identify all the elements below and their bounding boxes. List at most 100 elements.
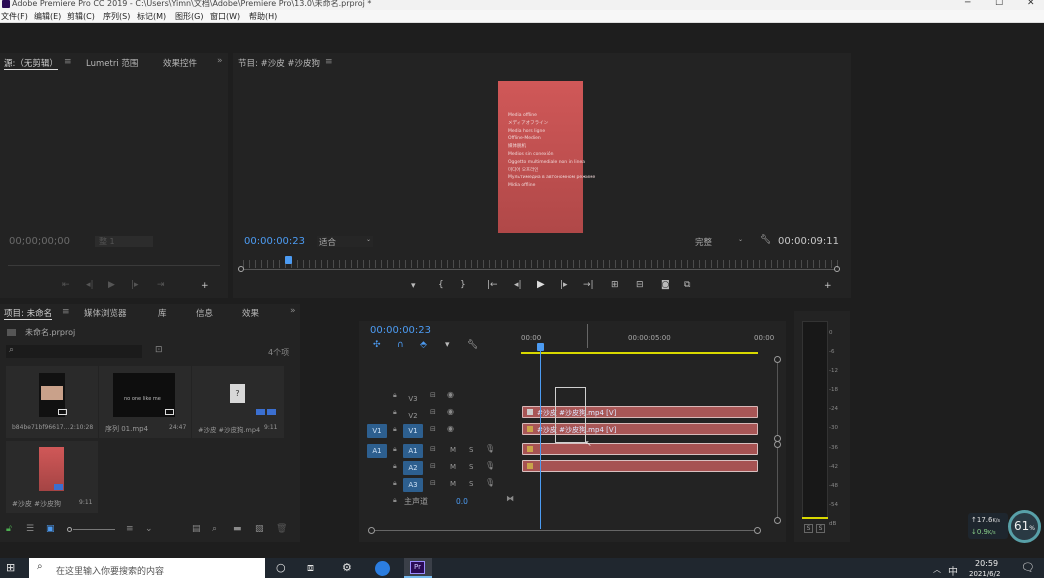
meter-solo-left[interactable]: S: [804, 524, 813, 533]
menu-sequence[interactable]: 序列(S): [103, 11, 130, 22]
timeline-zoom-handle-right[interactable]: [754, 527, 761, 534]
find-icon[interactable]: ⌕: [212, 525, 217, 534]
settings-gear-icon[interactable]: ⚙: [342, 561, 352, 574]
program-time-ruler[interactable]: [243, 260, 839, 268]
source-next-frame-icon[interactable]: |▸: [131, 281, 139, 290]
project-item[interactable]: b84be71bf96617... 2:10:28: [6, 366, 98, 438]
lock-track-icon[interactable]: 🔒︎: [393, 497, 397, 504]
track-label-v2[interactable]: V2: [403, 409, 423, 423]
cortana-icon[interactable]: ○: [276, 561, 286, 574]
audio-scroll-handle-top[interactable]: [774, 441, 781, 448]
program-menu-icon[interactable]: ≡: [325, 58, 333, 67]
tab-effects[interactable]: 效果: [242, 307, 259, 319]
lock-track-icon[interactable]: 🔒︎: [393, 392, 397, 399]
work-area-bar[interactable]: [521, 352, 758, 354]
sequence-in-icon[interactable]: ⬘: [420, 341, 427, 350]
zoom-slider[interactable]: [73, 529, 115, 530]
timeline-zoom-handle-left[interactable]: [368, 527, 375, 534]
audio-clip-a1[interactable]: [522, 443, 758, 455]
zoom-bar[interactable]: [244, 269, 834, 270]
add-marker-icon[interactable]: ▾: [411, 282, 416, 291]
menu-file[interactable]: 文件(F): [1, 11, 28, 22]
tab-source[interactable]: 源:（无剪辑）: [4, 57, 58, 70]
tab-project[interactable]: 项目: 未命名: [4, 307, 53, 320]
track-label-a3[interactable]: A3: [403, 478, 423, 492]
audio-vertical-scrollbar[interactable]: [777, 448, 778, 518]
project-menu-icon[interactable]: ≡: [62, 308, 70, 317]
menu-window[interactable]: 窗口(W): [210, 11, 240, 22]
menu-markers[interactable]: 标记(M): [137, 11, 166, 22]
source-step-forward-icon[interactable]: ⇥: [157, 281, 165, 290]
program-add-button-icon[interactable]: +: [824, 282, 832, 291]
project-item[interactable]: ? #沙皮 #沙皮狗.mp4 9:11: [192, 366, 284, 438]
mute-button[interactable]: M: [450, 463, 456, 471]
mark-out-icon[interactable]: }: [460, 281, 466, 290]
tab-libraries[interactable]: 库: [158, 307, 167, 319]
task-view-icon[interactable]: ⧈: [307, 561, 314, 575]
close-button[interactable]: ✕: [1027, 0, 1035, 8]
mic-icon[interactable]: 🎙︎: [485, 479, 495, 487]
go-to-in-icon[interactable]: |←: [487, 281, 498, 290]
zoom-handle-right[interactable]: [834, 266, 840, 272]
go-to-out-icon[interactable]: →|: [583, 281, 594, 290]
tab-media-browser[interactable]: 媒体浏览器: [84, 307, 127, 319]
action-center-icon[interactable]: 🗨︎: [1021, 561, 1035, 574]
source-step-back-icon[interactable]: ⇤: [62, 281, 70, 290]
lock-track-icon[interactable]: 🔒︎: [393, 480, 397, 487]
project-item[interactable]: #沙皮 #沙皮狗 9:11: [6, 441, 98, 513]
eye-icon[interactable]: ◉: [447, 408, 454, 416]
sort-icon[interactable]: ≡: [126, 525, 134, 534]
video-scroll-handle-top[interactable]: [774, 356, 781, 363]
timeline-playhead-handle[interactable]: [537, 343, 544, 351]
lock-track-icon[interactable]: 🔒︎: [393, 463, 397, 470]
audio-clip-a2[interactable]: [522, 460, 758, 472]
program-playhead[interactable]: [285, 256, 292, 264]
snap-icon[interactable]: ✣: [373, 341, 381, 350]
lock-track-icon[interactable]: 🔒︎: [393, 409, 397, 416]
overflow-icon[interactable]: »: [290, 307, 296, 316]
minimize-button[interactable]: ─: [965, 0, 970, 8]
sync-lock-icon[interactable]: ⊟: [430, 446, 436, 453]
new-item-icon[interactable]: ▧: [255, 525, 264, 534]
timeline-horizontal-scrollbar[interactable]: [375, 530, 755, 531]
chevron-down-icon[interactable]: ⌄: [145, 525, 153, 534]
step-back-icon[interactable]: ◂|: [514, 281, 522, 290]
lock-icon[interactable]: 🔓︎: [6, 525, 12, 534]
clock-date[interactable]: 2021/6/2: [969, 570, 1000, 578]
sync-lock-icon[interactable]: ⊟: [430, 409, 436, 416]
source-prev-frame-icon[interactable]: ◂|: [86, 281, 94, 290]
menu-help[interactable]: 帮助(H): [249, 11, 277, 22]
audio-scroll-handle-bottom[interactable]: [774, 517, 781, 524]
export-frame-camera-icon[interactable]: ◙: [661, 281, 670, 290]
comparison-view-icon[interactable]: ⧉: [684, 281, 690, 290]
program-quality-dropdown[interactable]: 完整 ⌄: [695, 236, 751, 248]
solo-button[interactable]: S: [469, 480, 473, 488]
wrench-icon[interactable]: 🔧︎: [760, 236, 771, 245]
video-vertical-scrollbar[interactable]: [777, 363, 778, 436]
sync-lock-icon[interactable]: ⊟: [430, 392, 436, 399]
mic-icon[interactable]: 🎙︎: [485, 445, 495, 453]
mic-icon[interactable]: 🎙︎: [485, 462, 495, 470]
new-search-bin-icon[interactable]: ⊡: [155, 346, 163, 355]
mute-button[interactable]: M: [450, 480, 456, 488]
track-label-a1[interactable]: A1: [403, 444, 423, 458]
tab-effect-controls[interactable]: 效果控件: [163, 57, 197, 69]
source-add-button-icon[interactable]: +: [201, 282, 209, 291]
linked-selection-icon[interactable]: ∩: [397, 341, 404, 350]
tab-info[interactable]: 信息: [196, 307, 213, 319]
program-fit-dropdown[interactable]: 适合 ⌄: [317, 236, 373, 248]
timeline-playhead-line[interactable]: [540, 351, 541, 529]
lift-icon[interactable]: ⊞: [611, 281, 619, 290]
panel-menu-icon[interactable]: ≡: [64, 58, 72, 67]
sync-lock-icon[interactable]: ⊟: [430, 426, 436, 433]
new-bin-icon[interactable]: ▬: [233, 525, 242, 534]
overflow-icon[interactable]: »: [217, 57, 223, 66]
source-patch-a1[interactable]: A1: [367, 444, 387, 458]
eye-icon[interactable]: ◉: [447, 391, 454, 399]
extract-icon[interactable]: ⊟: [636, 281, 644, 290]
meter-solo-right[interactable]: S: [816, 524, 825, 533]
source-timecode[interactable]: 00;00;00;00: [9, 236, 70, 247]
source-play-icon[interactable]: ▶: [108, 281, 115, 290]
project-item[interactable]: no one like me 序列 01.mp4 24:47: [99, 366, 191, 438]
lock-track-icon[interactable]: 🔒︎: [393, 446, 397, 453]
